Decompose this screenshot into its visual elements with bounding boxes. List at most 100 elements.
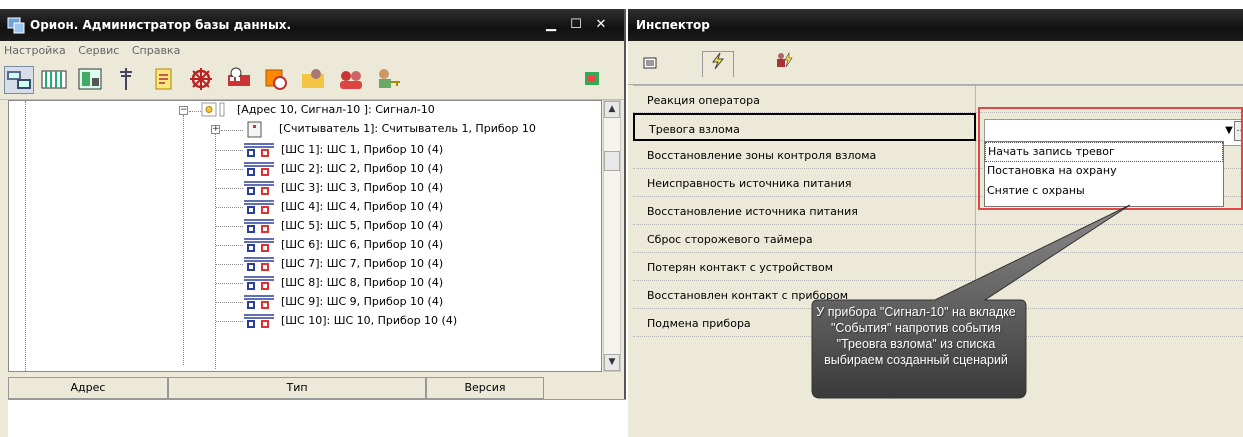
notes-icon: [155, 68, 172, 90]
tab-properties[interactable]: [634, 51, 666, 77]
pole-icon: [120, 68, 132, 90]
scroll-down-icon[interactable]: ▼: [604, 354, 620, 371]
device-tree[interactable]: − [Адрес 10, Сигнал-10 ]: Сигнал-10 + [С…: [8, 100, 602, 372]
right-titlebar: Инспектор: [628, 9, 1243, 41]
zone-loop-icon: [244, 200, 274, 214]
tree-guide-line: [216, 226, 243, 227]
tab-events[interactable]: [702, 51, 734, 77]
zone-loop-icon: [244, 257, 274, 271]
train-clock-icon: [228, 67, 250, 86]
tree-item-root[interactable]: [Адрес 10, Сигнал-10 ]: Сигнал-10: [237, 103, 435, 116]
maximize-button[interactable]: ☐: [565, 15, 587, 35]
user-key-icon: [379, 69, 400, 88]
tree-guide-line: [216, 264, 243, 265]
tree-guide-line: [216, 321, 243, 322]
devices-tool-button[interactable]: [4, 66, 34, 94]
schedule-tool-button[interactable]: [225, 66, 255, 94]
reader-icon: [247, 121, 262, 138]
tree-guide-line: [189, 111, 201, 112]
tree-guide-line: [183, 115, 184, 365]
column-version[interactable]: Версия: [426, 377, 544, 399]
menu-service[interactable]: Сервис: [78, 44, 119, 57]
timer-tool-button[interactable]: [262, 66, 292, 94]
event-name: Тревога взлома: [633, 113, 976, 141]
close-button[interactable]: ✕: [590, 15, 612, 35]
tree-guide-line: [216, 169, 243, 170]
tree-item-zone[interactable]: [ШС 8]: ШС 8, Прибор 10 (4): [281, 276, 443, 289]
wheel-icon: [190, 68, 212, 90]
details-pane: [8, 399, 626, 437]
option-arm[interactable]: Постановка на охрану: [985, 162, 1223, 182]
event-name: Потерян контакт с устройством: [633, 253, 976, 281]
rooms-icon: [78, 68, 102, 90]
chip-icon: [585, 72, 599, 85]
tree-item-zone[interactable]: [ШС 1]: ШС 1, Прибор 10 (4): [281, 143, 443, 156]
tree-item-zone[interactable]: [ШС 9]: ШС 9, Прибор 10 (4): [281, 295, 443, 308]
inspector-tabs: [628, 41, 1243, 85]
zone-loop-icon: [244, 276, 274, 290]
menu-help[interactable]: Справка: [132, 44, 180, 57]
event-name: Восстановление источника питания: [633, 197, 976, 225]
callout-line: У прибора "Сигнал-10" на вкладке: [816, 305, 1016, 319]
tree-item-zone[interactable]: [ШС 2]: ШС 2, Прибор 10 (4): [281, 162, 443, 175]
person-lightning-icon: [777, 51, 793, 68]
option-disarm[interactable]: Снятие с охраны: [985, 182, 1223, 202]
event-row[interactable]: Сброс сторожевого таймера: [633, 225, 1243, 253]
tree-item-zone[interactable]: [ШС 3]: ШС 3, Прибор 10 (4): [281, 181, 443, 194]
user-tool-button[interactable]: [299, 66, 329, 94]
keys-tool-button[interactable]: [374, 66, 404, 94]
column-type[interactable]: Тип: [168, 377, 426, 399]
minimize-button[interactable]: ▁: [540, 15, 562, 35]
callout-line: выбираем созданный сценарий: [824, 353, 1008, 367]
scroll-up-icon[interactable]: ▲: [604, 101, 620, 118]
device-signal10-icon: [201, 102, 225, 117]
tree-item-zone[interactable]: [ШС 6]: ШС 6, Прибор 10 (4): [281, 238, 443, 251]
option-start-alarm-recording[interactable]: Начать запись тревог: [985, 142, 1223, 162]
scroll-thumb[interactable]: [604, 151, 620, 171]
extra-tool-button[interactable]: [582, 66, 604, 94]
zones-icon: [41, 70, 67, 89]
inspector-window: Инспектор Реакция оператора Тревога взлом…: [628, 9, 1243, 437]
app-icon: [7, 17, 25, 34]
scenario-tool-button[interactable]: [187, 66, 217, 94]
tree-guide-line: [216, 150, 243, 151]
tree-guide-line: [216, 207, 243, 208]
tree-item-zone[interactable]: [ШС 4]: ШС 4, Прибор 10 (4): [281, 200, 443, 213]
inspector-title: Инспектор: [636, 18, 710, 32]
collapse-icon[interactable]: −: [179, 106, 188, 115]
menu-settings[interactable]: Настройка: [4, 44, 66, 57]
users-icon: [340, 71, 362, 89]
event-name: Сброс сторожевого таймера: [633, 225, 976, 253]
event-name: Неисправность источника питания: [633, 169, 976, 197]
event-row[interactable]: Реакция оператора: [633, 85, 1243, 114]
callout-line: "Треовга взлома" из списка: [836, 337, 996, 351]
db-admin-window: Орион. Администратор базы данных. ▁ ☐ ✕ …: [0, 9, 626, 437]
access-tool-button[interactable]: [112, 66, 142, 94]
zone-loop-icon: [244, 219, 274, 233]
tab-scenarios[interactable]: [768, 51, 800, 77]
tree-item-zone[interactable]: [ШС 7]: ШС 7, Прибор 10 (4): [281, 257, 443, 270]
tree-guide-line: [216, 283, 243, 284]
zones-tool-button[interactable]: [40, 66, 70, 94]
expand-icon[interactable]: +: [211, 125, 220, 134]
tree-guide-line: [25, 101, 26, 371]
tree-item-reader[interactable]: [Считыватель 1]: Считыватель 1, Прибор 1…: [279, 122, 536, 135]
tree-item-zone[interactable]: [ШС 5]: ШС 5, Прибор 10 (4): [281, 219, 443, 232]
notes-tool-button[interactable]: [150, 66, 180, 94]
lightning-icon: [711, 52, 725, 70]
column-address[interactable]: Адрес: [8, 377, 168, 399]
ellipsis-button[interactable]: …: [1234, 121, 1243, 141]
zone-loop-icon: [244, 181, 274, 195]
toolbar: [0, 60, 624, 100]
tree-guide-line: [216, 245, 243, 246]
menubar: Настройка Сервис Справка: [0, 41, 624, 60]
tree-guide-line: [215, 129, 216, 369]
event-row[interactable]: Потерян контакт с устройством: [633, 253, 1243, 281]
tree-item-zone[interactable]: [ШС 10]: ШС 10, Прибор 10 (4): [281, 314, 457, 327]
tree-scrollbar[interactable]: ▲ ▼: [603, 100, 621, 372]
zone-loop-icon: [244, 238, 274, 252]
rooms-tool-button[interactable]: [76, 66, 106, 94]
properties-icon: [643, 57, 657, 69]
users-tool-button[interactable]: [337, 66, 367, 94]
devices-icon: [7, 71, 31, 89]
